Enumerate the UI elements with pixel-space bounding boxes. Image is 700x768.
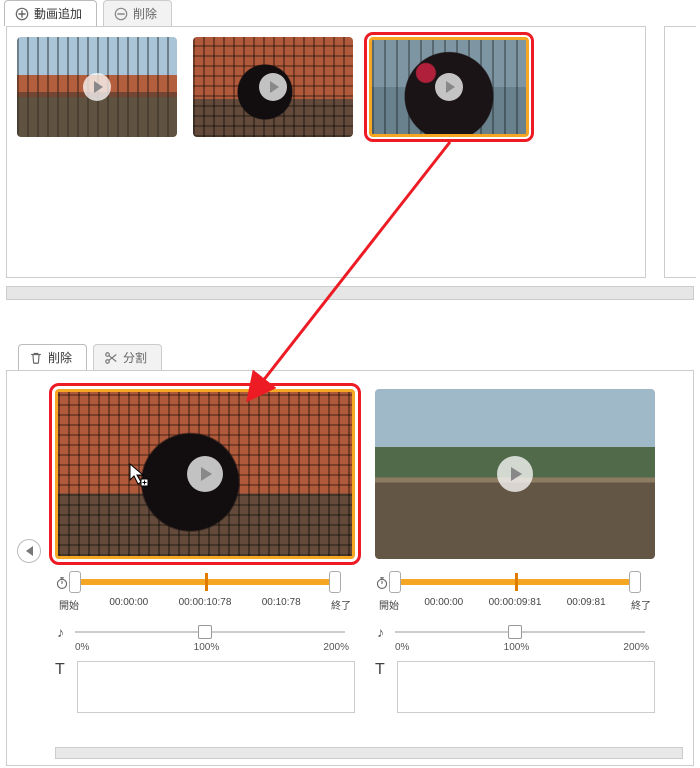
chevron-left-icon — [26, 546, 33, 556]
play-icon — [187, 456, 223, 492]
play-icon — [497, 456, 533, 492]
tab-timeline-delete-label: 削除 — [48, 349, 72, 366]
clip-thumbnail-selected[interactable] — [369, 37, 529, 137]
tab-split-label: 分割 — [123, 349, 147, 366]
timeline-scrollbar[interactable] — [55, 747, 683, 759]
trim-labels: 開始 00:00:00 00:00:10:78 00:10:78 終了 — [55, 597, 355, 612]
clip-thumbnail[interactable] — [193, 37, 353, 137]
timeline-clip-preview[interactable] — [55, 389, 355, 559]
text-label: T — [55, 661, 69, 679]
scissors-icon — [104, 351, 118, 365]
tab-add-video[interactable]: 動画追加 — [4, 0, 97, 26]
stopwatch-icon — [375, 576, 389, 590]
trim-start-handle[interactable] — [69, 571, 81, 593]
speed-knob[interactable] — [508, 625, 522, 639]
cursor-icon — [128, 462, 150, 488]
minus-circle-icon — [114, 7, 128, 21]
source-bin — [6, 26, 646, 278]
tab-split[interactable]: 分割 — [93, 344, 162, 370]
trim-bar[interactable] — [55, 573, 355, 597]
music-note-icon: ♪ — [57, 624, 64, 640]
trash-icon — [29, 351, 43, 365]
speed-labels: 0% 100% 200% — [55, 642, 355, 653]
source-bin-overflow — [664, 26, 696, 278]
timeline-clip-selected: 開始 00:00:00 00:00:10:78 00:10:78 終了 ♪ 0%… — [55, 389, 355, 755]
speed-slider[interactable]: ♪ — [55, 622, 355, 642]
play-icon — [259, 73, 287, 101]
speed-labels: 0% 100% 200% — [375, 642, 655, 653]
caption-input[interactable] — [77, 661, 355, 713]
tab-timeline-delete[interactable]: 削除 — [18, 344, 87, 370]
source-tabs: 動画追加 削除 — [0, 0, 700, 26]
trim-end-handle[interactable] — [329, 571, 341, 593]
trim-bar[interactable] — [375, 573, 655, 597]
speed-slider[interactable]: ♪ — [375, 622, 655, 642]
prev-clip-button[interactable] — [17, 539, 41, 563]
tab-add-video-label: 動画追加 — [34, 5, 82, 22]
trim-start-handle[interactable] — [389, 571, 401, 593]
clip-thumbnail[interactable] — [17, 37, 177, 137]
stopwatch-icon — [55, 576, 69, 590]
trim-labels: 開始 00:00:00 00:00:09:81 00:09:81 終了 — [375, 597, 655, 612]
tab-delete-label: 削除 — [133, 5, 157, 22]
play-icon — [83, 73, 111, 101]
caption-input[interactable] — [397, 661, 655, 713]
text-label: T — [375, 661, 389, 679]
play-icon — [435, 73, 463, 101]
music-note-icon: ♪ — [377, 624, 384, 640]
tab-delete[interactable]: 削除 — [103, 0, 172, 26]
timeline-clip: 開始 00:00:00 00:00:09:81 00:09:81 終了 ♪ 0%… — [375, 389, 655, 755]
timeline-tabs: 削除 分割 — [6, 344, 694, 370]
timeline-panel: 開始 00:00:00 00:00:10:78 00:10:78 終了 ♪ 0%… — [6, 370, 694, 766]
trim-end-handle[interactable] — [629, 571, 641, 593]
plus-circle-icon — [15, 7, 29, 21]
horizontal-scrollbar[interactable] — [6, 286, 694, 300]
timeline-clip-preview[interactable] — [375, 389, 655, 559]
speed-knob[interactable] — [198, 625, 212, 639]
